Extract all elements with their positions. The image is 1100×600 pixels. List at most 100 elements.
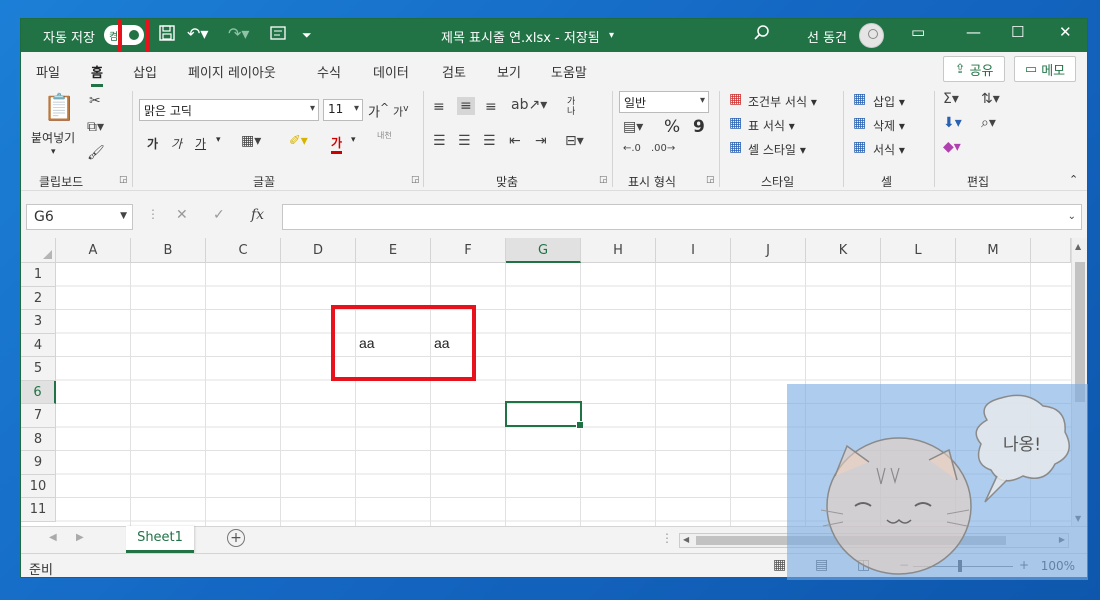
delete-cells-button[interactable]: 삭제 ▾ bbox=[873, 117, 905, 134]
zoom-level[interactable]: 100% bbox=[1041, 559, 1075, 573]
underline-button[interactable]: 가 bbox=[195, 135, 206, 152]
fill-color-icon[interactable]: ✐▾ bbox=[289, 133, 308, 149]
split-handle-icon[interactable]: ⋮ bbox=[661, 531, 673, 545]
number-format-combo[interactable]: 일반 ▾ bbox=[619, 91, 709, 113]
scroll-right-icon[interactable]: ▶ bbox=[1059, 535, 1065, 544]
grow-font-button[interactable]: 가^ bbox=[368, 101, 389, 120]
column-header-e[interactable]: E bbox=[356, 238, 431, 263]
zoom-slider-thumb[interactable] bbox=[958, 560, 962, 572]
worksheet-grid[interactable]: A B C D E F G H I J K L M 1 2 3 4 5 6 7 … bbox=[21, 238, 1087, 526]
increase-indent-icon[interactable]: ⇥ bbox=[535, 133, 547, 149]
font-name-combo[interactable]: 맑은 고딕 ▾ bbox=[139, 99, 319, 121]
tab-review[interactable]: 검토 bbox=[442, 62, 466, 81]
decrease-indent-icon[interactable]: ⇤ bbox=[509, 133, 521, 149]
column-header-l[interactable]: L bbox=[881, 238, 956, 263]
cut-icon[interactable]: ✂ bbox=[89, 93, 101, 109]
increase-decimal-icon[interactable]: ←.0 bbox=[623, 143, 641, 154]
insert-cells-button[interactable]: 삽입 ▾ bbox=[873, 93, 905, 110]
search-icon[interactable] bbox=[753, 24, 771, 46]
row-header-6[interactable]: 6 bbox=[21, 380, 56, 404]
font-color-button[interactable]: 가 bbox=[331, 134, 343, 154]
underline-dropdown-icon[interactable]: ▾ bbox=[216, 135, 221, 145]
user-name[interactable]: 선 동건 bbox=[807, 27, 847, 46]
alignment-launcher-icon[interactable]: ◲ bbox=[599, 175, 608, 185]
align-center-icon[interactable]: ☰ bbox=[458, 133, 471, 149]
format-painter-icon[interactable]: 🖌 bbox=[87, 145, 105, 161]
save-icon[interactable] bbox=[158, 24, 176, 46]
form-icon[interactable] bbox=[269, 24, 287, 46]
avatar[interactable] bbox=[859, 23, 884, 48]
italic-button[interactable]: 가 bbox=[171, 135, 182, 152]
column-header-b[interactable]: B bbox=[131, 238, 206, 263]
format-as-table-button[interactable]: 표 서식 ▾ bbox=[748, 117, 795, 134]
tab-view[interactable]: 보기 bbox=[497, 62, 521, 81]
cell-styles-button[interactable]: 셀 스타일 ▾ bbox=[748, 141, 806, 158]
tab-formulas[interactable]: 수식 bbox=[317, 62, 341, 81]
collapse-ribbon-icon[interactable]: ⌃ bbox=[1069, 173, 1078, 186]
bold-button[interactable]: 가 bbox=[147, 135, 158, 152]
insert-function-icon[interactable]: fx bbox=[251, 207, 264, 223]
zoom-out-icon[interactable]: − bbox=[899, 558, 909, 572]
paste-icon[interactable]: 📋 bbox=[43, 93, 75, 123]
tab-help[interactable]: 도움말 bbox=[551, 62, 587, 81]
align-middle-icon[interactable]: ≡ bbox=[457, 97, 475, 115]
cancel-icon[interactable]: ✕ bbox=[176, 207, 188, 223]
borders-icon[interactable]: ▦▾ bbox=[241, 133, 261, 149]
shrink-font-button[interactable]: 가v bbox=[393, 103, 409, 120]
minimize-icon[interactable]: — bbox=[966, 23, 981, 41]
customize-icon[interactable]: ⏷ bbox=[302, 28, 312, 43]
chevron-down-icon[interactable]: ▾ bbox=[609, 30, 614, 41]
paste-dropdown-icon[interactable]: ▾ bbox=[51, 147, 56, 157]
zoom-slider[interactable] bbox=[913, 560, 1013, 572]
tab-insert[interactable]: 삽입 bbox=[133, 62, 157, 81]
horizontal-scrollbar[interactable]: ◀ ▶ bbox=[679, 533, 1069, 548]
paste-button[interactable]: 붙여넣기 bbox=[31, 129, 75, 146]
format-cells-button[interactable]: 서식 ▾ bbox=[873, 141, 905, 158]
font-color-dropdown-icon[interactable]: ▾ bbox=[351, 135, 356, 145]
column-header-c[interactable]: C bbox=[206, 238, 281, 263]
select-all-button[interactable] bbox=[21, 238, 56, 263]
row-header-8[interactable]: 8 bbox=[21, 427, 56, 451]
document-title[interactable]: 제목 표시줄 연.xlsx - 저장됨 bbox=[441, 27, 600, 46]
autosum-icon[interactable]: Σ▾ bbox=[943, 91, 959, 107]
comma-style-button[interactable]: 9 bbox=[693, 117, 705, 137]
row-header-7[interactable]: 7 bbox=[21, 404, 56, 428]
align-bottom-icon[interactable]: ≡ bbox=[485, 99, 497, 115]
column-header-a[interactable]: A bbox=[56, 238, 131, 263]
page-layout-view-icon[interactable]: ▤ bbox=[815, 557, 828, 573]
number-launcher-icon[interactable]: ◲ bbox=[706, 175, 715, 185]
phonetic-guide-button[interactable]: 내천 bbox=[377, 131, 397, 140]
row-header-3[interactable]: 3 bbox=[21, 310, 56, 334]
horizontal-scroll-thumb[interactable] bbox=[696, 536, 1006, 545]
column-header-m[interactable]: M bbox=[956, 238, 1031, 263]
row-header-10[interactable]: 10 bbox=[21, 474, 56, 498]
ribbon-display-icon[interactable]: ▭ bbox=[911, 23, 925, 41]
column-header-f[interactable]: F bbox=[431, 238, 506, 263]
wrap-text-button[interactable]: 가나 bbox=[567, 97, 583, 117]
accounting-format-icon[interactable]: ▤▾ bbox=[623, 119, 643, 135]
prev-sheet-icon[interactable]: ◀ bbox=[49, 532, 57, 543]
merge-center-icon[interactable]: ⊟▾ bbox=[565, 133, 584, 149]
font-size-combo[interactable]: 11 ▾ bbox=[323, 99, 363, 121]
column-header-g[interactable]: G bbox=[506, 238, 581, 263]
zoom-in-icon[interactable]: + bbox=[1019, 558, 1029, 572]
clear-icon[interactable]: ◆▾ bbox=[943, 139, 961, 155]
add-sheet-icon[interactable]: + bbox=[227, 529, 245, 547]
vertical-scrollbar[interactable]: ▲ ▼ bbox=[1071, 238, 1087, 526]
name-box[interactable]: G6 ▼ bbox=[26, 204, 133, 230]
normal-view-icon[interactable]: ▦ bbox=[773, 557, 786, 573]
clipboard-launcher-icon[interactable]: ◲ bbox=[119, 175, 128, 185]
decrease-decimal-icon[interactable]: .00→ bbox=[651, 143, 675, 154]
row-header-4[interactable]: 4 bbox=[21, 333, 56, 357]
find-select-icon[interactable]: ⌕▾ bbox=[981, 115, 996, 131]
column-header-h[interactable]: H bbox=[581, 238, 656, 263]
align-right-icon[interactable]: ☰ bbox=[483, 133, 496, 149]
undo-icon[interactable]: ↶▾ bbox=[187, 24, 208, 43]
expand-formula-icon[interactable]: ⌄ bbox=[1068, 211, 1076, 222]
conditional-format-button[interactable]: 조건부 서식 ▾ bbox=[748, 93, 817, 110]
copy-icon[interactable]: ⧉▾ bbox=[87, 119, 104, 135]
sort-filter-icon[interactable]: ⇅▾ bbox=[981, 91, 1000, 107]
row-header-1[interactable]: 1 bbox=[21, 263, 56, 287]
share-button[interactable]: ⇪ 공유 bbox=[943, 56, 1005, 82]
formula-input[interactable]: ⌄ bbox=[282, 204, 1082, 230]
